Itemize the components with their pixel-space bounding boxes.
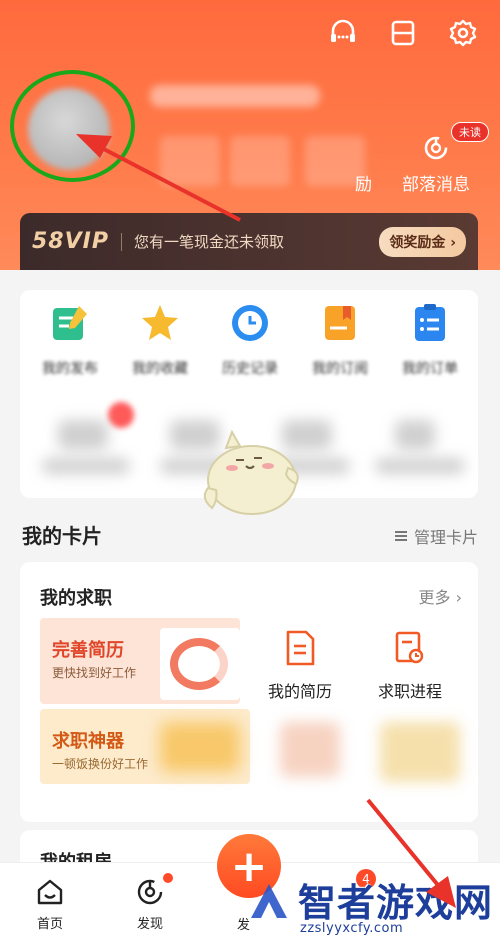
stat-blurred <box>160 136 220 186</box>
manage-cards-link[interactable]: 管理卡片 <box>394 524 478 548</box>
blurred-content <box>160 722 240 772</box>
tile-subtitle: 更快找到好工作 <box>52 666 137 680</box>
entry-label: 求职进程 <box>377 682 442 701</box>
blurred-content <box>42 458 130 474</box>
tile-title: 求职神器 <box>52 731 124 752</box>
stat-label-tribe-messages[interactable]: 部落消息 <box>402 170 470 195</box>
unread-badge: 未读 <box>451 122 489 142</box>
claim-reward-button[interactable]: 领奖励金 › <box>379 226 466 257</box>
watermark-text: 智者游戏网 <box>298 881 494 925</box>
quick-action-label: 我的收藏 <box>132 361 188 377</box>
watermark-url: zzslyyxcfy.com <box>300 921 404 936</box>
quick-action-orders[interactable]: 我的订单 <box>390 302 470 378</box>
tab-discover[interactable]: 发现 <box>110 877 190 932</box>
blurred-content <box>375 458 465 474</box>
blurred-content <box>395 420 435 450</box>
my-resume-entry[interactable]: 我的简历 <box>250 630 350 702</box>
divider <box>120 232 122 251</box>
gear-icon[interactable] <box>446 16 480 50</box>
tribe-icon[interactable] <box>423 135 449 165</box>
job-search-card: 我的求职 更多 › 完善简历 更快找到好工作 求职神器 一顿饭换份好工作 我的简… <box>20 562 478 822</box>
cards-section-title: 我的卡片 <box>22 524 102 548</box>
vip-message: 您有一笔现金还未领取 <box>133 233 284 251</box>
scan-icon[interactable] <box>386 16 420 50</box>
annotation-circle <box>10 70 135 182</box>
home-icon <box>35 877 65 907</box>
quick-action-label: 我的订阅 <box>312 361 368 377</box>
bookmark-doc-icon <box>319 302 361 344</box>
list-icon <box>394 531 407 541</box>
job-progress-entry[interactable]: 求职进程 <box>360 630 460 702</box>
discover-icon <box>135 877 165 907</box>
edit-note-icon <box>49 302 91 344</box>
resume-progress-ring <box>160 628 240 700</box>
order-list-icon <box>409 302 451 344</box>
mascot-chick-icon <box>203 429 299 515</box>
star-icon <box>139 302 181 344</box>
top-toolbar <box>326 16 480 50</box>
tile-subtitle: 一顿饭换份好工作 <box>52 757 149 771</box>
blurred-content <box>380 722 460 782</box>
vip-logo: 58VIP <box>32 229 109 254</box>
job-card-title: 我的求职 <box>40 588 112 609</box>
stat-label-partial[interactable]: 励 <box>355 170 372 195</box>
username-blurred <box>150 85 320 107</box>
notification-dot <box>163 873 173 883</box>
clock-icon <box>229 302 271 344</box>
quick-action-favorites[interactable]: 我的收藏 <box>120 302 200 378</box>
vip-banner[interactable]: 58VIP 您有一笔现金还未领取 领奖励金 › <box>20 213 478 270</box>
quick-action-history[interactable]: 历史记录 <box>210 302 290 378</box>
resume-icon <box>284 630 316 666</box>
quick-action-label: 我的发布 <box>42 361 98 377</box>
quick-action-label: 历史记录 <box>222 361 278 377</box>
tab-label: 首页 <box>36 917 63 932</box>
entry-label: 我的简历 <box>267 682 332 701</box>
blurred-content <box>280 722 340 777</box>
quick-action-subscriptions[interactable]: 我的订阅 <box>300 302 380 378</box>
customer-service-icon[interactable] <box>326 16 360 50</box>
more-link[interactable]: 更多 › <box>419 584 463 608</box>
quick-action-my-posts[interactable]: 我的发布 <box>30 302 110 378</box>
quick-action-label: 我的订单 <box>402 361 458 377</box>
badge-blurred <box>108 402 134 428</box>
blurred-content <box>58 420 108 450</box>
manage-cards-label: 管理卡片 <box>413 528 478 547</box>
stat-blurred <box>230 136 290 186</box>
tile-title: 完善简历 <box>52 640 124 661</box>
tab-label: 发现 <box>136 917 163 932</box>
job-progress-icon <box>394 630 426 666</box>
watermark-logo-icon <box>251 884 287 918</box>
tab-home[interactable]: 首页 <box>10 877 90 932</box>
